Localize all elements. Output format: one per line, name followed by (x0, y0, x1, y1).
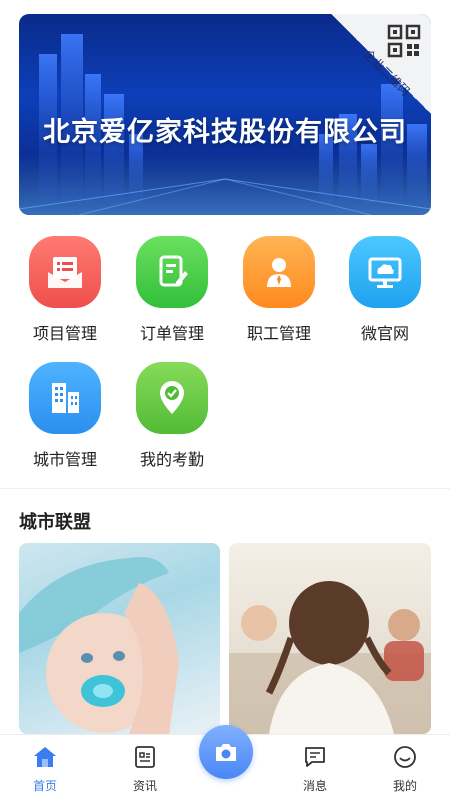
company-banner[interactable]: 北京爱亿家科技股份有限公司 企业二维码 (19, 14, 431, 215)
menu-item-staff[interactable]: 职工管理 (229, 236, 329, 344)
smile-icon (394, 746, 416, 768)
bottom-tab-bar: 首页 资讯 消息 我的 (0, 725, 450, 800)
alliance-card-baby[interactable] (19, 543, 220, 734)
tab-label: 资讯 (132, 779, 157, 793)
tab-news[interactable]: 资讯 (115, 745, 175, 794)
edit-document-icon (136, 236, 208, 308)
section-divider (0, 488, 450, 489)
home-icon (34, 747, 56, 767)
tab-profile[interactable]: 我的 (375, 745, 435, 794)
buildings-icon (29, 362, 101, 434)
company-name: 北京爱亿家科技股份有限公司 (43, 117, 407, 148)
menu-label: 微官网 (360, 324, 409, 343)
menu-item-city[interactable]: 城市管理 (15, 362, 115, 470)
location-check-icon (136, 362, 208, 434)
child-photo (229, 581, 431, 734)
tab-label: 我的 (392, 779, 417, 793)
menu-label: 我的考勤 (139, 450, 204, 469)
person-icon (243, 236, 315, 308)
menu-label: 项目管理 (32, 324, 97, 343)
menu-label: 城市管理 (32, 450, 97, 469)
menu-item-projects[interactable]: 项目管理 (15, 236, 115, 344)
news-icon (135, 746, 155, 768)
camera-button[interactable] (199, 725, 253, 779)
alliance-card-child[interactable] (229, 543, 431, 734)
tab-messages[interactable]: 消息 (285, 745, 345, 794)
envelope-list-icon (29, 236, 101, 308)
menu-item-attendance[interactable]: 我的考勤 (122, 362, 222, 470)
menu-item-orders[interactable]: 订单管理 (122, 236, 222, 344)
baby-photo (19, 557, 179, 734)
message-icon (305, 747, 325, 767)
camera-icon (216, 744, 236, 761)
cloud-monitor-icon (349, 236, 421, 308)
menu-label: 职工管理 (246, 324, 311, 343)
qr-code-icon (387, 24, 421, 58)
tab-home[interactable]: 首页 (15, 745, 75, 794)
section-title: 城市联盟 (19, 512, 91, 533)
qr-corner[interactable]: 企业二维码 (331, 14, 431, 114)
tab-label: 首页 (32, 779, 57, 793)
menu-label: 订单管理 (139, 324, 204, 343)
menu-item-microsite[interactable]: 微官网 (335, 236, 435, 344)
tab-label: 消息 (302, 779, 327, 793)
